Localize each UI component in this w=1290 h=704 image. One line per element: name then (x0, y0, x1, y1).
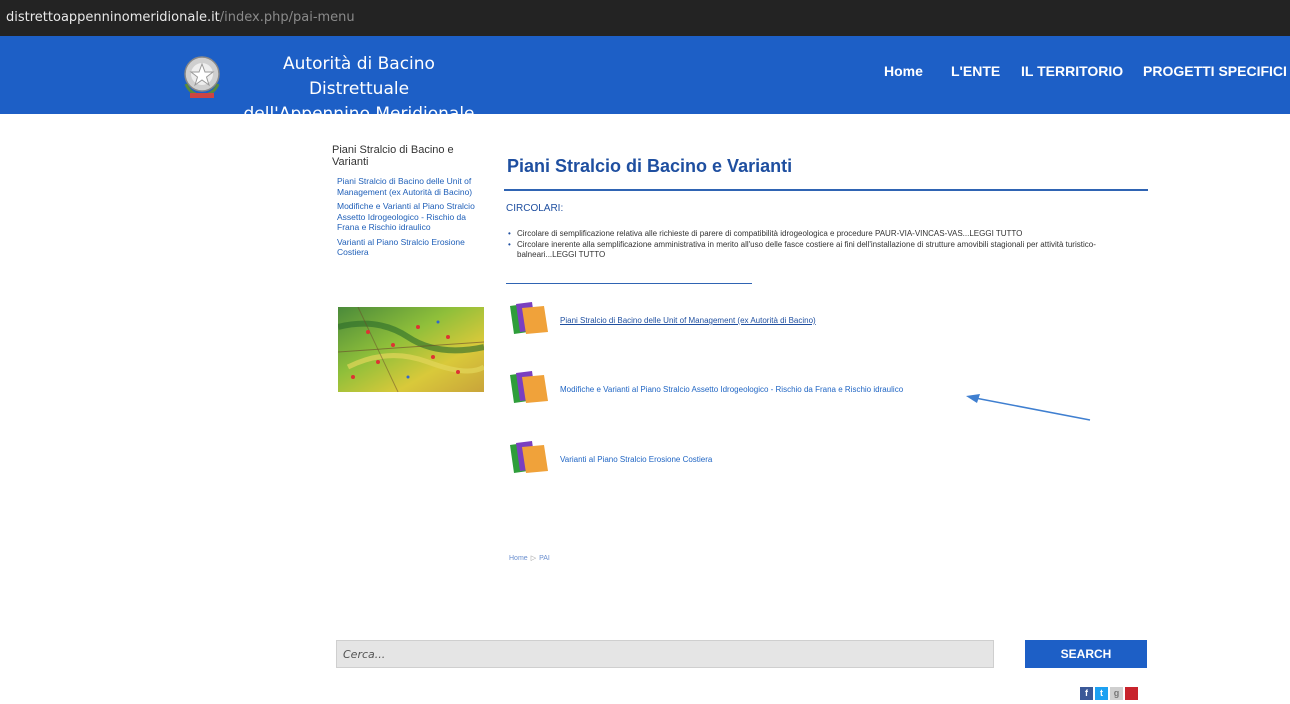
folder-icon (510, 302, 548, 334)
folder-icon (510, 371, 548, 403)
sidebar: Piani Stralcio di Bacino e Varianti Pian… (332, 144, 487, 262)
circolare-item[interactable]: Circolare inerente alla semplificazione … (508, 240, 1148, 260)
nav-progetti-specifici[interactable]: PROGETTI SPECIFICI (1143, 63, 1287, 79)
plan-link-modifiche-varianti[interactable]: Modifiche e Varianti al Piano Stralcio A… (560, 385, 903, 394)
folder-icon (510, 441, 548, 473)
annotation-arrow-icon (966, 394, 1091, 421)
sidebar-link-modifiche-varianti[interactable]: Modifiche e Varianti al Piano Stralcio A… (337, 201, 487, 233)
plan-link-unit-management[interactable]: Piani Stralcio di Bacino delle Unit of M… (560, 316, 816, 325)
breadcrumb-separator-icon: ▷ (530, 555, 537, 562)
title-divider (504, 189, 1148, 191)
browser-address-bar[interactable]: distrettoappenninomeridionale.it/index.p… (0, 0, 1290, 36)
plan-row-unit-management[interactable]: Piani Stralcio di Bacino delle Unit of M… (510, 302, 1110, 338)
search-input[interactable]: Cerca... (336, 640, 994, 668)
site-title-line1: Autorità di Bacino Distrettuale (283, 54, 435, 99)
site-title[interactable]: Autorità di Bacino Distrettuale dell'App… (236, 52, 482, 127)
nav-ente[interactable]: L'ENTE (951, 63, 1000, 79)
circolare-item[interactable]: Circolare di semplificazione relativa al… (508, 229, 1148, 239)
page-title: Piani Stralcio di Bacino e Varianti (507, 156, 793, 176)
twitter-icon[interactable]: t (1095, 687, 1108, 700)
url-domain: distrettoappenninomeridionale.it (6, 10, 220, 25)
nav-home[interactable]: Home (884, 63, 923, 79)
breadcrumb-current: PAI (539, 555, 550, 562)
breadcrumb-home[interactable]: Home (509, 555, 528, 562)
circolari-label: CIRCOLARI: (506, 203, 564, 214)
emblem-icon[interactable] (182, 54, 222, 100)
url-text[interactable]: distrettoappenninomeridionale.it/index.p… (6, 10, 355, 25)
url-path: /index.php/pai-menu (219, 10, 355, 25)
circolari-list: Circolare di semplificazione relativa al… (508, 229, 1148, 261)
plan-link-erosione-costiera[interactable]: Varianti al Piano Stralcio Erosione Cost… (560, 455, 712, 464)
breadcrumb: Home ▷ PAI (509, 554, 550, 562)
nav-territorio[interactable]: IL TERRITORIO (1021, 63, 1123, 79)
search-button[interactable]: SEARCH (1025, 640, 1147, 668)
terrain-map-image (338, 307, 484, 392)
pinterest-icon[interactable]: p (1125, 687, 1138, 700)
site-title-line2: dell'Appennino Meridionale (243, 104, 475, 124)
sidebar-link-erosione-costiera[interactable]: Varianti al Piano Stralcio Erosione Cost… (337, 237, 487, 258)
google-plus-icon[interactable]: g (1110, 687, 1123, 700)
plan-row-erosione-costiera[interactable]: Varianti al Piano Stralcio Erosione Cost… (510, 441, 1110, 477)
sidebar-link-unit-management[interactable]: Piani Stralcio di Bacino delle Unit of M… (337, 176, 487, 197)
section-divider (506, 283, 752, 284)
facebook-icon[interactable]: f (1080, 687, 1093, 700)
sidebar-title: Piani Stralcio di Bacino e Varianti (332, 144, 454, 168)
